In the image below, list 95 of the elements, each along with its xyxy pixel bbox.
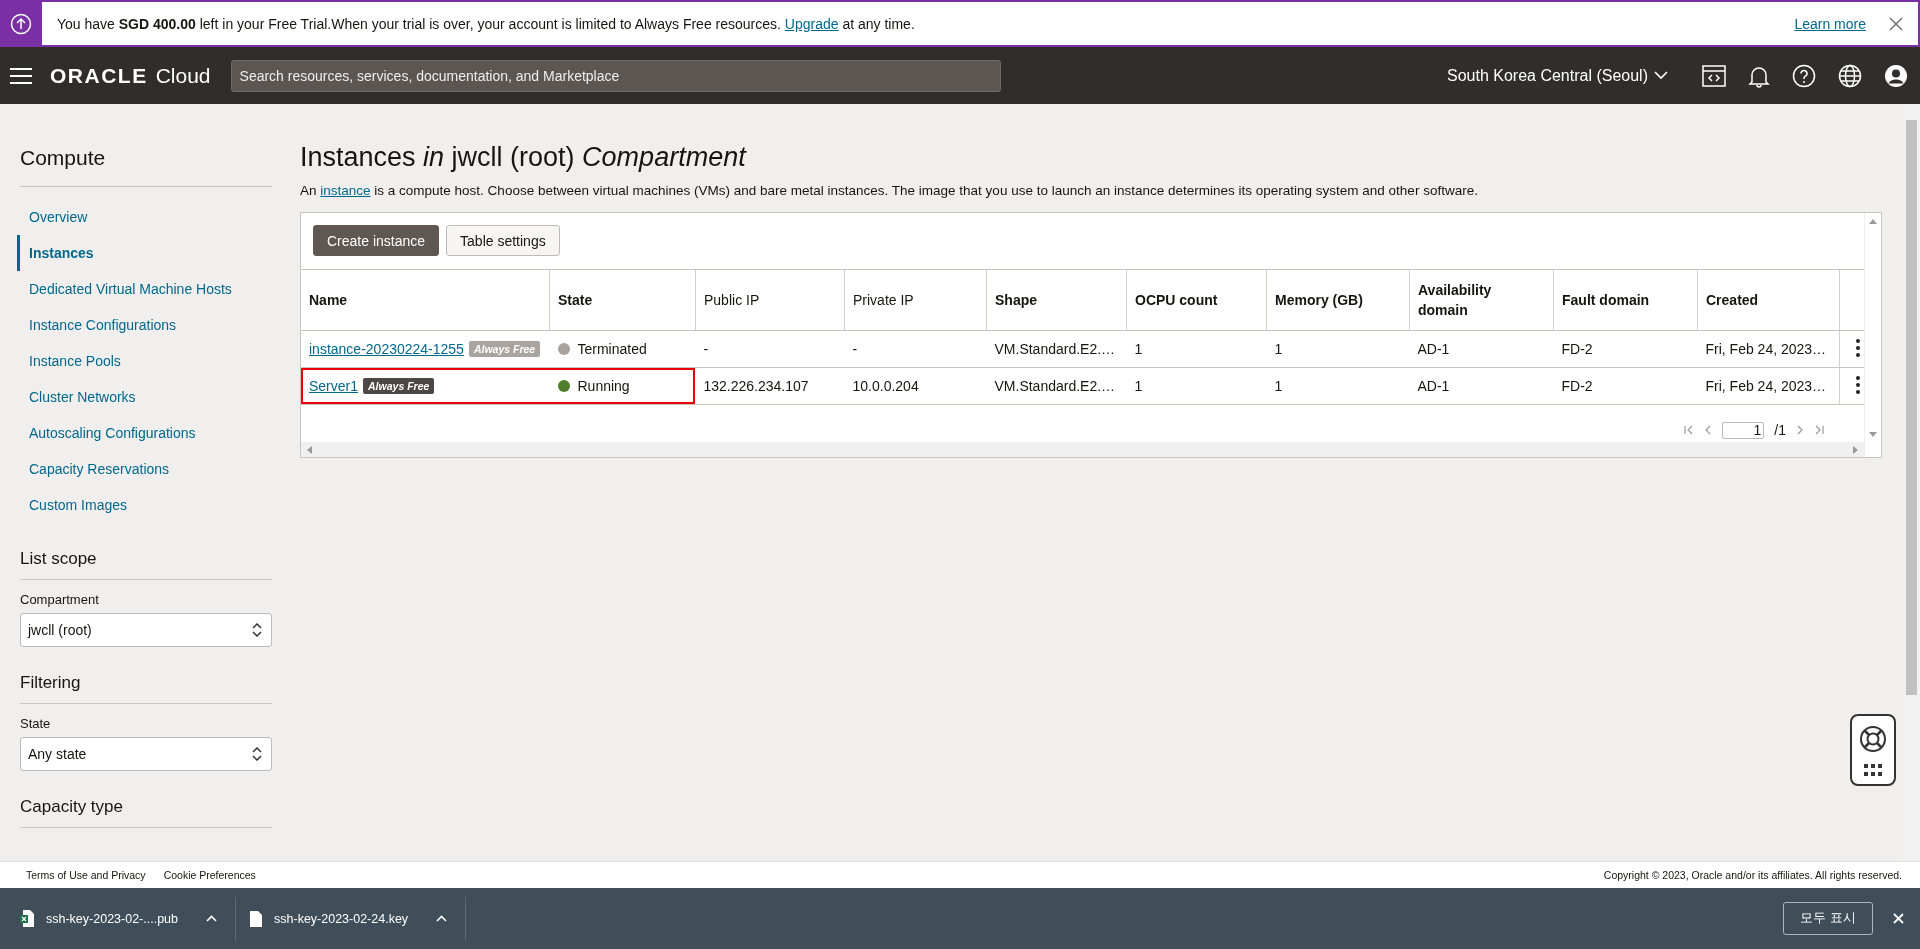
code-editor-icon[interactable] (1702, 63, 1726, 88)
field-label: Compartment (20, 592, 100, 607)
table-cell: Fri, Feb 24, 2023… (1705, 341, 1827, 357)
menu-icon[interactable] (10, 67, 32, 84)
scroll-up-icon[interactable] (1869, 219, 1877, 225)
download-file-name[interactable]: ssh-key-2023-02-....pub (46, 911, 178, 926)
sidebar-item[interactable]: Cluster Networks (17, 379, 272, 415)
up-down-caret-icon (252, 623, 262, 637)
up-down-caret-icon (252, 747, 262, 761)
show-all-button[interactable]: 모두 표시 (1783, 902, 1873, 935)
help-widget[interactable] (1850, 714, 1896, 786)
lifebuoy-icon (1859, 724, 1887, 753)
learn-more-link[interactable]: Learn more (1794, 15, 1866, 32)
column-header[interactable]: Fault domain (1553, 270, 1698, 331)
trial-message: You have SGD 400.00 left in your Free Trial.When your trial is over, your account is limited to Always Free resources. Upgrade at any time. (57, 15, 915, 32)
instance-name-link[interactable]: Server1 (309, 378, 359, 394)
table-cell: 1 (1274, 378, 1283, 394)
sidebar-item[interactable]: Capacity Reservations (17, 451, 272, 487)
table-cell: 1 (1274, 341, 1283, 357)
sidebar-item[interactable]: Instance Pools (17, 343, 272, 379)
table-cell: AD-1 (1417, 341, 1450, 357)
user-avatar-icon[interactable] (1884, 63, 1908, 88)
previous-page-icon[interactable] (1704, 425, 1713, 435)
always-free-tag: Always Free (363, 378, 435, 394)
table-cell: Fri, Feb 24, 2023… (1705, 378, 1827, 394)
table-cell: AD-1 (1417, 378, 1450, 394)
column-header[interactable]: State (549, 270, 696, 331)
page-number-field[interactable]: 1 (1722, 421, 1765, 439)
search-field[interactable]: Search resources, services, documentation, and Marketplace (230, 59, 1001, 92)
page-title: Instances in jwcll (root) Compartment (300, 142, 748, 173)
table-cell: 132.226.234.107 (703, 378, 809, 394)
cloud-logo-text[interactable]: Cloud (155, 63, 211, 88)
always-free-tag: Always Free (468, 341, 541, 357)
scrollbar-thumb[interactable] (1906, 120, 1917, 695)
file-icon (250, 910, 262, 927)
scroll-down-icon[interactable] (1869, 431, 1877, 437)
table-cell: 1 (1134, 378, 1143, 394)
download-file-name[interactable]: ssh-key-2023-02-24.key (274, 911, 409, 926)
chevron-up-icon[interactable] (206, 915, 217, 922)
instance-link[interactable]: instance (320, 183, 371, 198)
table-cell: 10.0.0.204 (852, 378, 919, 394)
grid-dots-icon (1864, 763, 1882, 776)
oracle-logo-text[interactable]: ORACLE (50, 63, 148, 88)
globe-icon[interactable] (1838, 63, 1862, 88)
page-total: /1 (1774, 422, 1786, 438)
table-cell: VM.Standard.E2.… (994, 341, 1116, 357)
page-description: An instance is a compute host. Choose between virtual machines (VMs) and bare metal instances. The image that you use to launch an instance determines its operating system and other software. (300, 183, 1479, 198)
create-button[interactable]: Create instance (313, 225, 440, 256)
column-header[interactable]: Private IP (844, 270, 987, 331)
help-icon[interactable] (1792, 63, 1816, 88)
column-header[interactable]: Created (1697, 270, 1840, 331)
copyright-text: Copyright © 2023, Oracle and/or its affiliates. All rights reserved. (1603, 869, 1902, 881)
page-scrollbar[interactable] (1903, 104, 1920, 861)
column-header[interactable]: Availability domain (1409, 270, 1554, 331)
section-heading: Filtering (20, 673, 82, 693)
section-heading: List scope (20, 549, 98, 569)
sidebar-item[interactable]: Overview (17, 199, 272, 235)
instance-name-link[interactable]: instance-20230224-1255 (309, 341, 464, 357)
section-heading: Capacity type (20, 797, 124, 817)
select-field[interactable]: Any state (20, 737, 272, 771)
sidebar-title: Compute (20, 146, 107, 170)
footer-link[interactable]: Cookie Preferences (163, 869, 256, 881)
next-page-icon[interactable] (1796, 425, 1804, 435)
column-header[interactable]: Name (301, 270, 550, 331)
footer-link[interactable]: Terms of Use and Privacy (26, 869, 146, 881)
sidebar-item[interactable]: Custom Images (17, 487, 272, 523)
table-cell: 1 (1134, 341, 1143, 357)
chevron-down-icon (1654, 71, 1668, 80)
chevron-up-icon[interactable] (436, 915, 448, 922)
column-header[interactable]: Shape (986, 270, 1127, 331)
status-text: Running (577, 378, 630, 394)
sidebar-item[interactable]: Autoscaling Configurations (17, 415, 272, 451)
column-header[interactable]: Memory (GB) (1266, 270, 1410, 331)
last-page-icon[interactable] (1814, 425, 1824, 435)
sidebar-item[interactable]: Instances (17, 235, 272, 271)
sidebar-item[interactable]: Instance Configurations (17, 307, 272, 343)
select-field[interactable]: jwcll (root) (20, 613, 272, 647)
upgrade-link[interactable]: Upgrade (784, 15, 839, 32)
first-page-icon[interactable] (1684, 425, 1695, 435)
close-icon[interactable] (1888, 15, 1904, 32)
table-cell: - (852, 341, 858, 357)
spreadsheet-file-icon (20, 910, 34, 927)
status-text: Terminated (577, 341, 647, 357)
more-actions-icon[interactable] (1856, 375, 1860, 394)
sidebar-item[interactable]: Dedicated Virtual Machine Hosts (17, 271, 272, 307)
table-cell: FD-2 (1561, 378, 1593, 394)
table-cell: FD-2 (1561, 341, 1593, 357)
region-selector[interactable]: South Korea Central (Seoul) (1447, 66, 1668, 85)
column-header[interactable]: OCPU count (1126, 270, 1267, 331)
column-header[interactable]: Public IP (695, 270, 845, 331)
table-cell: VM.Standard.E2.… (994, 378, 1116, 394)
more-actions-icon[interactable] (1856, 338, 1860, 357)
table-cell: - (703, 341, 709, 357)
field-label: State (20, 716, 52, 731)
settings-button[interactable]: Table settings (446, 225, 560, 256)
